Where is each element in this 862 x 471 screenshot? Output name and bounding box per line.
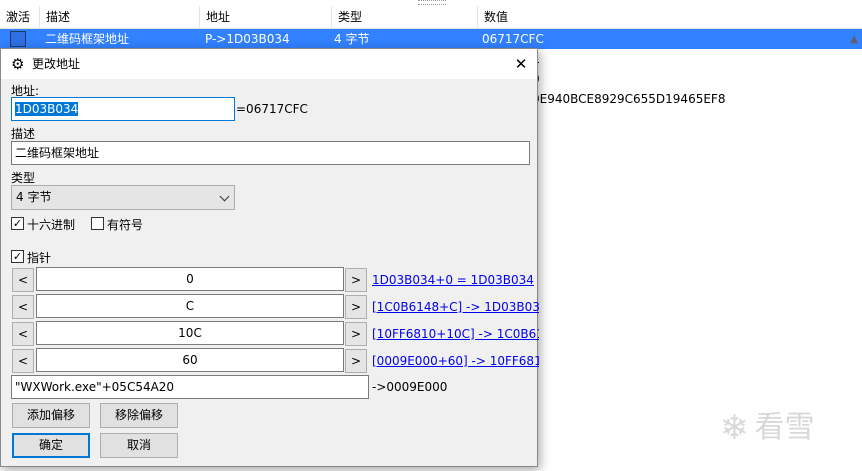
offset-increment-button[interactable]: > bbox=[345, 322, 367, 346]
column-value[interactable]: 数值 bbox=[478, 6, 862, 29]
offset-field[interactable]: 60 bbox=[36, 348, 344, 372]
table-row[interactable]: 二维码框架地址 P->1D03B034 4 字节 06717CFC bbox=[0, 29, 862, 49]
column-active[interactable]: 激活 bbox=[0, 6, 40, 29]
remove-offset-button[interactable]: 移除偏移 bbox=[100, 403, 178, 428]
close-icon[interactable]: ✕ bbox=[505, 49, 537, 79]
cheat-engine-icon: ⚙ bbox=[11, 55, 25, 73]
type-selected-value: 4 字节 bbox=[16, 190, 52, 204]
row-address: P->1D03B034 bbox=[205, 32, 290, 46]
hex-checkbox[interactable]: ✓ bbox=[11, 217, 24, 230]
watermark: ❄ 看雪 bbox=[720, 402, 815, 448]
offset-increment-button[interactable]: > bbox=[345, 295, 367, 319]
offset-increment-button[interactable]: > bbox=[345, 349, 367, 373]
row-description: 二维码框架地址 bbox=[45, 32, 130, 46]
chevron-down-icon bbox=[219, 191, 230, 202]
add-offset-button[interactable]: 添加偏移 bbox=[12, 403, 90, 428]
row-value: 06717CFC bbox=[482, 32, 544, 46]
row-type: 4 字节 bbox=[334, 32, 370, 46]
cancel-button[interactable]: 取消 bbox=[100, 433, 178, 458]
offset-field[interactable]: 0 bbox=[36, 267, 344, 291]
signed-checkbox[interactable] bbox=[91, 217, 104, 230]
column-description[interactable]: 描述 bbox=[40, 6, 200, 29]
pointer-label: 指针 bbox=[27, 251, 52, 265]
type-select[interactable]: 4 字节 bbox=[11, 185, 235, 210]
description-label: 描述 bbox=[11, 127, 36, 141]
scroll-up-icon[interactable]: ▲ bbox=[850, 34, 858, 45]
pointer-path-link[interactable]: 1D03B034+0 = 1D03B034 bbox=[372, 273, 539, 287]
offset-decrement-button[interactable]: < bbox=[12, 268, 34, 292]
address-field[interactable]: 1D03B034 bbox=[11, 97, 235, 121]
signed-label: 有符号 bbox=[107, 218, 144, 232]
offset-increment-button[interactable]: > bbox=[345, 268, 367, 292]
background-value-fragment: 0E940BCE8929C655D19465EF8 bbox=[532, 92, 726, 106]
offset-decrement-button[interactable]: < bbox=[12, 349, 34, 373]
snowflake-icon: ❄ bbox=[720, 408, 749, 448]
address-value: 1D03B034 bbox=[15, 102, 79, 116]
pointer-path-link[interactable]: [0009E000+60] -> 10FF6810 bbox=[372, 354, 539, 368]
base-address-field[interactable]: "WXWork.exe"+05C54A20 bbox=[11, 375, 369, 399]
type-label: 类型 bbox=[11, 171, 36, 185]
offset-field[interactable]: 10C bbox=[36, 321, 344, 345]
description-field[interactable]: 二维码框架地址 bbox=[11, 141, 530, 165]
column-type[interactable]: 类型 bbox=[332, 6, 478, 29]
offset-field[interactable]: C bbox=[36, 294, 344, 318]
dialog-title: 更改地址 bbox=[32, 57, 81, 71]
hex-label: 十六进制 bbox=[27, 218, 76, 232]
address-result: =06717CFC bbox=[236, 102, 308, 116]
offset-decrement-button[interactable]: < bbox=[12, 295, 34, 319]
column-address[interactable]: 地址 bbox=[200, 6, 332, 29]
change-address-dialog: ⚙ 更改地址 ✕ 地址: 1D03B034 =06717CFC 描述 二维码框架… bbox=[0, 48, 539, 467]
address-list-header: 激活 描述 地址 类型 数值 bbox=[0, 6, 862, 29]
splitter-grip[interactable] bbox=[418, 0, 446, 5]
pointer-path-link[interactable]: [10FF6810+10C] -> 1C0B614 bbox=[372, 327, 539, 341]
pointer-path-link[interactable]: [1C0B6148+C] -> 1D03B034 bbox=[372, 300, 539, 314]
active-checkbox[interactable] bbox=[10, 31, 26, 47]
offset-decrement-button[interactable]: < bbox=[12, 322, 34, 346]
base-address-result: ->0009E000 bbox=[372, 380, 448, 394]
watermark-text: 看雪 bbox=[754, 410, 815, 445]
pointer-checkbox[interactable]: ✓ bbox=[11, 250, 24, 263]
dialog-titlebar[interactable]: ⚙ 更改地址 ✕ bbox=[1, 49, 537, 79]
ok-button[interactable]: 确定 bbox=[12, 433, 90, 458]
